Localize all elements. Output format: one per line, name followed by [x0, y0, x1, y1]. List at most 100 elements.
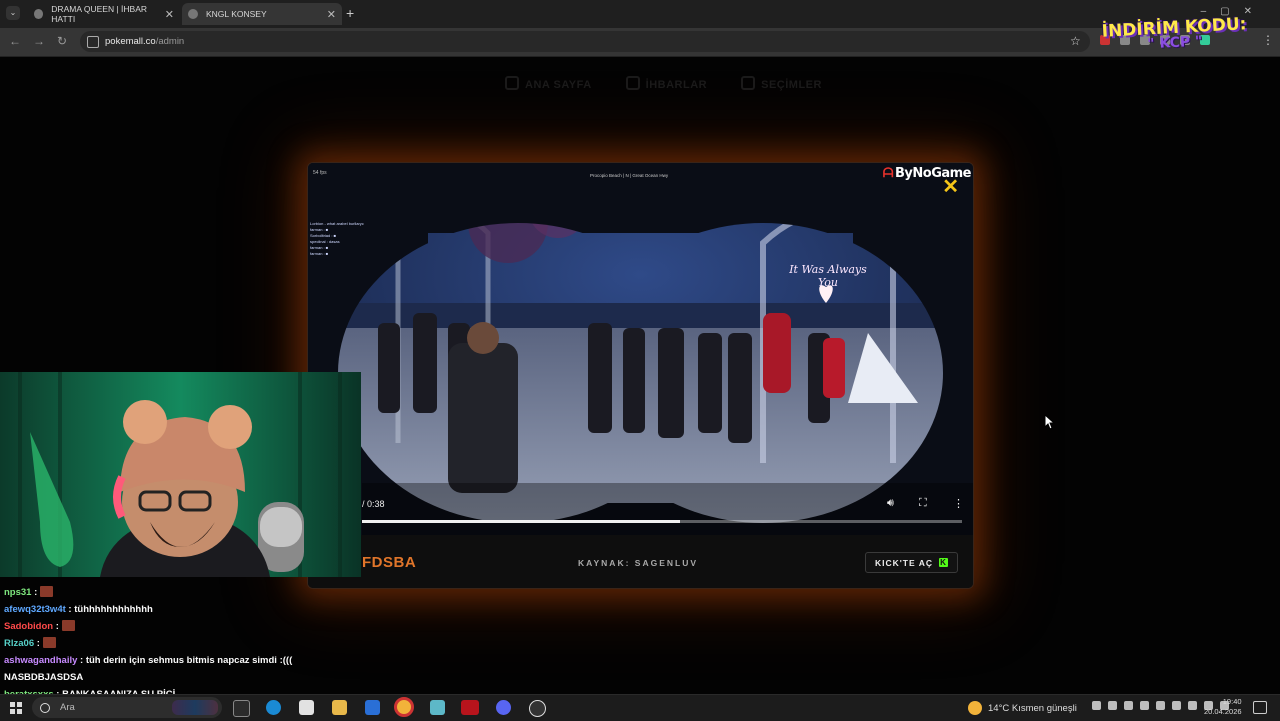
tab-kngl-konsey[interactable]: KNGL KONSEY ✕ [182, 3, 342, 25]
notifications-icon[interactable] [1253, 701, 1267, 714]
video-more-icon[interactable]: ⋮ [953, 497, 964, 510]
video-player[interactable]: It Was Always You 54 fps Procopio Beach … [308, 163, 973, 535]
volume-icon[interactable]: 🔊︎ [887, 497, 894, 510]
emote-icon [42, 637, 56, 648]
tray-app-icon[interactable] [1172, 701, 1181, 710]
nav-reports[interactable]: İHBARLAR [625, 76, 708, 91]
watermark-text: ByNoGame [895, 166, 972, 181]
tray-app-icon[interactable] [1156, 701, 1165, 710]
tab-drama-queen[interactable]: DRAMA QUEEN | İHBAR HATTI ✕ [28, 3, 180, 25]
windows-logo-icon [17, 709, 22, 714]
windows-logo-icon [17, 702, 22, 707]
site-info-icon[interactable] [87, 36, 99, 48]
tab-label: KNGL KONSEY [206, 9, 267, 19]
chat-username[interactable]: ashwagandhaily [4, 655, 77, 666]
video-progress-fill [362, 520, 680, 523]
vote-icon [741, 76, 756, 90]
obs-icon[interactable] [529, 700, 546, 717]
tray-chevron-icon[interactable] [1092, 701, 1101, 710]
browser-menu-icon[interactable]: ⋮ [1262, 33, 1274, 47]
modal-footer: FDSBA KAYNAK: SAGENLUV KICK'TE AÇ K [308, 535, 973, 588]
url-path: /admin [155, 36, 185, 47]
address-bar[interactable]: pokemall.co/admin [80, 31, 1090, 52]
tab-bar: ⌄ DRAMA QUEEN | İHBAR HATTI ✕ KNGL KONSE… [0, 0, 1280, 28]
file-explorer-icon[interactable] [332, 700, 347, 715]
hud-chat: Lorbion - what arabel burllaryc farman :… [310, 221, 364, 257]
weather-icon [968, 701, 982, 715]
video-time: / 0:38 [362, 499, 385, 509]
forward-icon[interactable]: → [33, 34, 45, 48]
chrome-icon[interactable] [394, 697, 414, 717]
neon-sign-line-2: You [818, 276, 838, 289]
webcam-feed [0, 372, 361, 577]
tab-close-icon[interactable]: ✕ [165, 8, 174, 21]
mouse-cursor-icon [1045, 415, 1055, 430]
steam-icon[interactable] [1108, 701, 1117, 710]
chat-message: ashwagandhaily : tüh derin için sehmus b… [4, 655, 293, 683]
notepad-icon[interactable] [430, 700, 445, 715]
hud-location: Procopio Beach | N | Great Ocean Hwy [590, 173, 669, 178]
chat-message: Rlza06 : [4, 635, 364, 652]
start-button[interactable] [10, 702, 22, 714]
video-modal: It Was Always You 54 fps Procopio Beach … [307, 162, 974, 589]
chat-username[interactable]: afewq32t3w4t [4, 604, 66, 615]
clock[interactable]: 19:40 20.04.2026 [1204, 697, 1242, 717]
edge-icon[interactable] [266, 700, 281, 715]
chat-username[interactable]: Rlza06 [4, 638, 34, 649]
home-icon [505, 76, 519, 90]
chat-message: afewq32t3w4t : tühhhhhhhhhhhh [4, 604, 153, 615]
store-icon[interactable] [299, 700, 314, 715]
taskbar: Ara 14°C Kısmen güneşli 19:40 20.04.2026 [0, 694, 1280, 721]
reload-icon[interactable]: ↻ [57, 34, 67, 48]
chat-username[interactable]: nps31 [4, 587, 31, 598]
tab-favicon-icon [34, 9, 44, 19]
voicemeeter-icon[interactable] [461, 700, 479, 715]
task-view-icon[interactable] [233, 700, 250, 717]
hud-chat-line: farman : ■ [310, 251, 329, 256]
search-highlight-image [172, 700, 218, 715]
tab-close-icon[interactable]: ✕ [327, 8, 336, 21]
open-on-kick-label: KICK'TE AÇ [875, 557, 933, 568]
clip-title: FDSBA [362, 554, 417, 571]
chat-message: nps31 : [4, 584, 364, 601]
nav-home[interactable]: ANA SAYFA [505, 76, 592, 91]
site-nav: ANA SAYFA İHBARLAR SEÇİMLER [505, 76, 822, 91]
nav-reports-label: İHBARLAR [645, 79, 708, 91]
emote-icon [61, 620, 75, 631]
back-icon[interactable]: ← [9, 34, 21, 48]
taskbar-search[interactable]: Ara [32, 697, 222, 718]
streamer-webcam [0, 372, 361, 577]
browser-toolbar: ← → ↻ pokemall.co/admin ☆ ⋮ [0, 28, 1280, 57]
weather-text: 14°C Kısmen güneşli [988, 702, 1077, 714]
kick-logo-icon: K [938, 558, 948, 567]
bynogame-logo-icon: ᗩ [882, 166, 894, 181]
tray-app-icon[interactable] [1140, 701, 1149, 710]
tab-search-button[interactable]: ⌄ [6, 6, 20, 20]
close-icon[interactable]: ✕ [942, 177, 959, 197]
tab-label: DRAMA QUEEN | İHBAR HATTI [51, 4, 148, 24]
clock-time: 19:40 [1222, 697, 1242, 706]
fullscreen-icon[interactable]: ⛶ [919, 497, 927, 510]
chat-username[interactable]: Sadobidon [4, 621, 53, 632]
stream-chat: nps31 : afewq32t3w4t : tühhhhhhhhhhhh Sa… [4, 584, 364, 703]
url-host: pokemall.co [105, 36, 156, 47]
search-icon [40, 702, 50, 713]
outlook-icon[interactable] [365, 700, 380, 715]
discord-icon[interactable] [496, 700, 511, 715]
video-progress-bar[interactable] [362, 520, 962, 523]
clock-date: 20.04.2026 [1204, 707, 1242, 716]
tray-app-icon[interactable] [1124, 701, 1133, 710]
report-icon [625, 76, 640, 90]
open-on-kick-button[interactable]: KICK'TE AÇ K [865, 552, 958, 573]
bookmark-star-icon[interactable]: ☆ [1070, 34, 1081, 48]
neon-sign-line-1: It Was Always [788, 263, 867, 276]
nav-elections-label: SEÇİMLER [761, 79, 822, 91]
search-placeholder: Ara [60, 702, 75, 713]
new-tab-icon[interactable]: + [346, 5, 354, 21]
nav-elections[interactable]: SEÇİMLER [741, 76, 822, 91]
nav-home-label: ANA SAYFA [525, 79, 592, 91]
weather-widget[interactable]: 14°C Kısmen güneşli [968, 697, 1077, 719]
network-icon[interactable] [1188, 701, 1197, 710]
windows-logo-icon [10, 709, 15, 714]
clip-source: KAYNAK: SAGENLUV [578, 558, 699, 568]
